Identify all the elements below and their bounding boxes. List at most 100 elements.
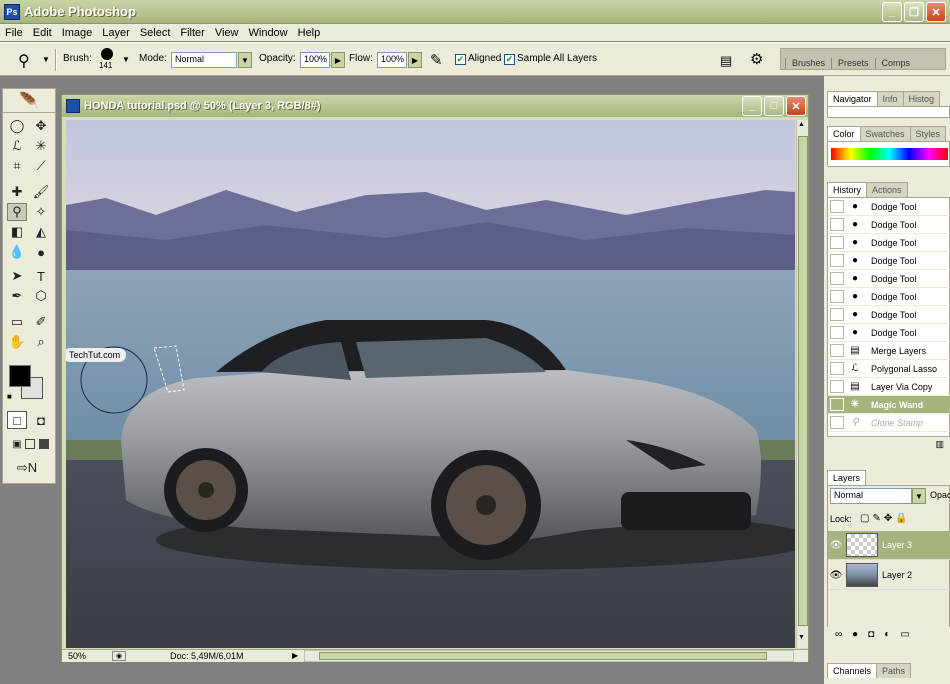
lock-icons[interactable]: ▢✎✥🔒 <box>860 513 911 524</box>
clone-stamp-tool-icon[interactable]: ⚲ <box>18 51 30 71</box>
clone-stamp-tool-icon-selected[interactable]: ⚲ <box>7 203 27 221</box>
history-item[interactable]: ● Dodge Tool <box>828 288 950 306</box>
shape-tool-icon[interactable]: ⬡ <box>31 287 51 305</box>
marquee-tool-icon[interactable]: ◯ <box>7 117 27 135</box>
standard-mode-icon[interactable]: □ <box>7 411 27 429</box>
vertical-scrollbar[interactable]: ▲ ▼ <box>796 120 808 648</box>
menu-window[interactable]: Window <box>244 27 293 39</box>
eye-icon[interactable]: 👁 <box>828 540 844 551</box>
menu-file[interactable]: File <box>0 27 28 39</box>
horizontal-scrollbar[interactable] <box>304 650 794 662</box>
blend-mode-select[interactable]: Normal <box>830 488 912 504</box>
doc-minimize-button[interactable]: _ <box>742 96 762 116</box>
lasso-tool-icon[interactable]: ℒ <box>7 137 27 155</box>
well-tab-comps[interactable]: Comps <box>874 58 917 69</box>
well-tab-presets[interactable]: Presets <box>831 58 875 69</box>
mode-select[interactable]: Normal <box>171 52 237 68</box>
history-item[interactable]: ▤ Layer Via Copy <box>828 378 950 396</box>
doc-close-button[interactable]: ✕ <box>786 96 806 116</box>
aligned-checkbox[interactable]: ✔ <box>455 54 466 65</box>
flow-input[interactable]: 100% <box>377 52 407 68</box>
vertical-scroll-thumb[interactable] <box>798 136 808 626</box>
jump-to-imageready-icon[interactable]: ⇨N <box>7 459 47 477</box>
tab-navigator[interactable]: Navigator <box>827 91 878 106</box>
pen-tool-icon[interactable]: ✒ <box>7 287 27 305</box>
scroll-down-icon[interactable]: ▼ <box>798 634 805 641</box>
minimize-button[interactable]: _ <box>882 2 902 22</box>
notes-tool-icon[interactable]: ▭ <box>7 313 27 331</box>
screen-mode-standard-icon[interactable]: ▣ <box>7 435 27 453</box>
quick-mask-mode-icon[interactable]: ◘ <box>31 411 51 429</box>
horizontal-scroll-thumb[interactable] <box>319 652 767 660</box>
history-brush-tool-icon[interactable]: ✧ <box>31 203 51 221</box>
history-item[interactable]: ● Dodge Tool <box>828 234 950 252</box>
history-item[interactable]: ● Dodge Tool <box>828 216 950 234</box>
path-selection-tool-icon[interactable]: ➤ <box>7 267 27 285</box>
tab-info[interactable]: Info <box>876 91 904 106</box>
blur-tool-icon[interactable]: 💧 <box>7 243 27 261</box>
tab-channels[interactable]: Channels <box>827 663 878 678</box>
default-colors-icon[interactable]: ■ <box>7 392 12 401</box>
history-item-selected[interactable]: ✳ Magic Wand <box>828 396 950 414</box>
history-item[interactable]: ● Dodge Tool <box>828 324 950 342</box>
menu-select[interactable]: Select <box>135 27 176 39</box>
paint-bucket-tool-icon[interactable]: ◭ <box>31 223 51 241</box>
hand-tool-icon[interactable]: ✋ <box>7 333 27 351</box>
move-tool-icon[interactable]: ✥ <box>31 117 51 135</box>
well-tab-brushes[interactable]: Brushes <box>785 58 831 69</box>
menu-image[interactable]: Image <box>57 27 98 39</box>
tab-paths[interactable]: Paths <box>876 663 912 678</box>
trash-icon[interactable]: ▥ <box>935 439 944 450</box>
menu-edit[interactable]: Edit <box>28 27 57 39</box>
eraser-tool-icon[interactable]: ◧ <box>7 223 27 241</box>
tab-histogram[interactable]: Histog <box>902 91 941 106</box>
dodge-tool-icon[interactable]: ● <box>31 243 51 261</box>
file-browser-icon[interactable]: ⚙ <box>750 50 763 68</box>
tab-styles[interactable]: Styles <box>909 126 947 141</box>
healing-brush-tool-icon[interactable]: ✚ <box>7 183 27 201</box>
tool-preset-arrow-icon[interactable]: ▼ <box>42 55 50 64</box>
history-item[interactable]: ● Dodge Tool <box>828 198 950 216</box>
screen-mode-full-icon[interactable] <box>39 439 49 449</box>
flow-slider-arrow-icon[interactable]: ▶ <box>408 52 422 68</box>
menu-filter[interactable]: Filter <box>175 27 209 39</box>
zoom-tool-icon[interactable]: ⌕ <box>31 333 51 351</box>
slice-tool-icon[interactable]: ⟋ <box>31 157 51 175</box>
tab-layers[interactable]: Layers <box>827 470 867 485</box>
airbrush-icon[interactable]: ✎ <box>430 51 443 69</box>
menu-layer[interactable]: Layer <box>97 27 135 39</box>
eye-icon[interactable]: 👁 <box>828 570 844 581</box>
screen-mode-full-menu-icon[interactable] <box>25 439 35 449</box>
type-tool-icon[interactable]: T <box>31 267 51 285</box>
close-button[interactable]: ✕ <box>926 2 946 22</box>
scroll-up-icon[interactable]: ▲ <box>798 121 805 128</box>
magic-wand-tool-icon[interactable]: ✳ <box>31 137 51 155</box>
mode-dropdown-arrow-icon[interactable]: ▼ <box>238 52 252 68</box>
tab-swatches[interactable]: Swatches <box>859 126 911 141</box>
history-item[interactable]: ⚲ Clone Stamp <box>828 414 950 432</box>
history-item[interactable]: ℒ Polygonal Lasso <box>828 360 950 378</box>
opacity-slider-arrow-icon[interactable]: ▶ <box>331 52 345 68</box>
feather-logo-icon[interactable]: 🪶 <box>3 89 55 113</box>
zoom-level[interactable]: 50% <box>68 651 86 661</box>
color-ramp[interactable] <box>831 148 948 160</box>
tab-color[interactable]: Color <box>827 126 861 141</box>
menu-help[interactable]: Help <box>293 27 326 39</box>
layer-row-selected[interactable]: 👁 Layer 3 <box>828 531 950 560</box>
crop-tool-icon[interactable]: ⌗ <box>7 157 27 175</box>
eyedropper-tool-icon[interactable]: ✐ <box>31 313 51 331</box>
history-item[interactable]: ▤ Merge Layers <box>828 342 950 360</box>
brush-preview-icon[interactable] <box>101 48 113 60</box>
opacity-input[interactable]: 100% <box>300 52 330 68</box>
brush-picker-arrow-icon[interactable]: ▼ <box>122 55 130 64</box>
sample-all-layers-checkbox[interactable]: ✔ <box>504 54 515 65</box>
history-item[interactable]: ● Dodge Tool <box>828 306 950 324</box>
history-item[interactable]: ● Dodge Tool <box>828 270 950 288</box>
status-arrow-icon[interactable]: ▶ <box>292 651 298 660</box>
image-canvas[interactable]: TechTut.com <box>66 120 795 648</box>
tab-actions[interactable]: Actions <box>866 182 908 197</box>
document-icon[interactable]: ▤ <box>720 53 732 69</box>
blend-mode-arrow-icon[interactable]: ▼ <box>912 488 926 504</box>
doc-maximize-button[interactable]: □ <box>764 96 784 116</box>
foreground-color-swatch-top[interactable] <box>9 365 31 387</box>
